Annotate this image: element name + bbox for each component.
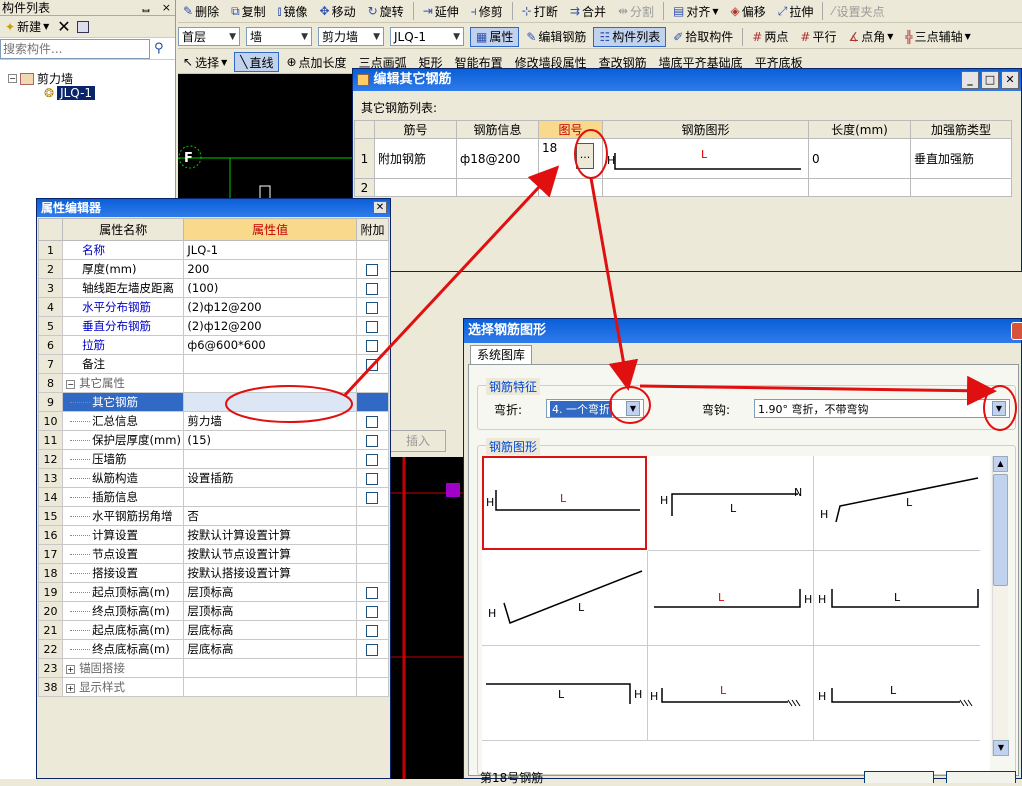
annotation-arrow: [639, 375, 997, 406]
annotation-arrow: [343, 165, 560, 397]
annotation-overlay: [225, 129, 1017, 431]
annotation-circle: [609, 386, 651, 424]
annotation-circle: [983, 385, 1017, 431]
annotation-arrow: [589, 177, 639, 391]
annotation-circle: [574, 129, 608, 179]
annotation-circle: [225, 385, 353, 423]
